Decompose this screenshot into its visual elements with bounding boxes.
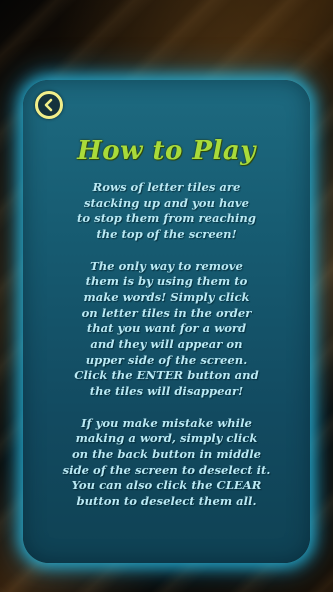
instructions-text: Rows of letter tiles are stacking up and…: [38, 180, 295, 525]
instructions-paragraph-3: If you make mistake while making a word,…: [62, 415, 271, 509]
instructions-paragraph-1: Rows of letter tiles are stacking up and…: [77, 180, 256, 242]
chevron-left-icon: [44, 98, 53, 112]
page-title: How to Play: [77, 136, 256, 166]
instructions-paragraph-2: The only way to remove them is by using …: [74, 258, 259, 399]
back-button[interactable]: [35, 91, 63, 119]
